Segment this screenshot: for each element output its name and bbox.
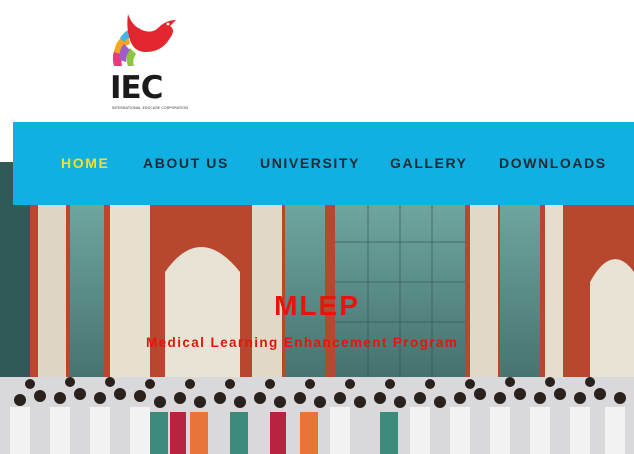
logo-text: IEC xyxy=(110,70,163,106)
hero-banner: MLEP Medical Learning Enhancement Progra… xyxy=(0,162,634,454)
logo-subtext: INTERNATIONAL EDUCARE CORPORATION xyxy=(112,106,188,110)
nav-gallery[interactable]: GALLERY xyxy=(390,155,468,171)
nav-about-us[interactable]: ABOUT US xyxy=(143,155,229,171)
brand-logo[interactable]: IEC INTERNATIONAL EDUCARE CORPORATION xyxy=(106,8,188,112)
bird-icon xyxy=(112,14,176,66)
hero-subtitle: Medical Learning Enhancement Program xyxy=(146,335,459,350)
nav-home[interactable]: HOME xyxy=(61,155,109,171)
nav-university[interactable]: UNIVERSITY xyxy=(260,155,360,171)
main-nav: HOME ABOUT US UNIVERSITY GALLERY DOWNLOA… xyxy=(13,122,634,205)
nav-downloads[interactable]: DOWNLOADS xyxy=(499,155,607,171)
hero-title: MLEP xyxy=(274,290,360,321)
